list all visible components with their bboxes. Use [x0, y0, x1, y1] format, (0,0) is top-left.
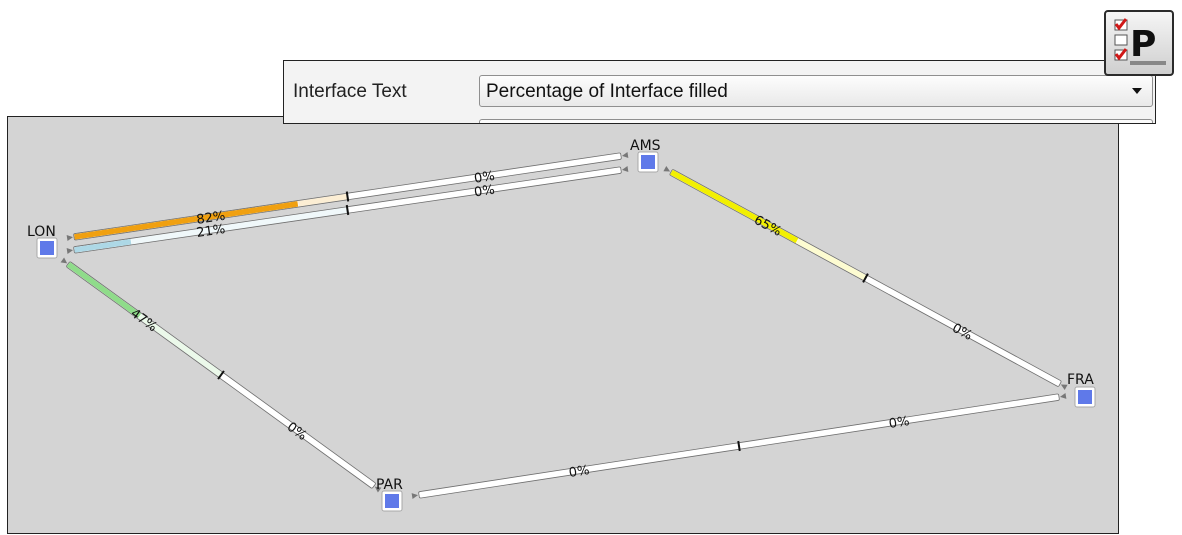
dropdown-arrow-icon[interactable]	[1132, 88, 1142, 94]
utilization-shade	[297, 193, 348, 207]
utilization-label: 21%	[196, 222, 227, 241]
utilization-label: 0%	[568, 463, 591, 481]
link-lon-ams-upper[interactable]: 82%0%	[66, 149, 629, 247]
node-label: AMS	[630, 138, 661, 154]
network-canvas[interactable]: 82% 0% 21% 0% 65% 0% 47% 0% 0% 0% LON AMS FRA PAR	[7, 116, 1119, 534]
link-endpoint-arrow	[621, 152, 629, 158]
link-ams-fra[interactable]: 65%0%	[661, 163, 1069, 395]
router-node-fill	[40, 241, 54, 255]
network-topology-diagram[interactable]: 82%0%21% 0% 65%0% 47%0% 0% 0% LON AMS FRA PAR	[8, 117, 1120, 535]
node-par[interactable]: PAR	[376, 477, 403, 512]
next-property-field[interactable]	[479, 119, 1153, 123]
interface-text-dropdown[interactable]: Percentage of Interface filled	[479, 75, 1153, 107]
router-node-fill	[1078, 390, 1092, 404]
properties-checklist-icon: P	[1114, 18, 1166, 65]
properties-letter: P	[1130, 24, 1156, 65]
link-lon-ams-lower[interactable]: 21% 0%	[66, 163, 629, 260]
link-endpoint-arrow	[411, 493, 419, 500]
node-label: LON	[27, 224, 56, 240]
utilization-label: 0%	[888, 414, 911, 432]
interface-text-label: Interface Text	[293, 81, 407, 102]
node-ams[interactable]: AMS	[630, 138, 661, 173]
node-label: PAR	[376, 477, 403, 493]
properties-panel: Interface Text Percentage of Interface f…	[283, 60, 1156, 124]
utilization-shade	[796, 238, 867, 281]
link-endpoint-arrow	[1059, 392, 1067, 399]
link-endpoint-arrow	[66, 235, 74, 241]
utilization-label: 0%	[473, 183, 496, 201]
utilization-fill-lon	[66, 262, 142, 319]
node-label: FRA	[1067, 372, 1094, 388]
node-fra[interactable]: FRA	[1067, 372, 1096, 408]
link-endpoint-arrow	[621, 166, 629, 172]
router-node-fill	[385, 494, 399, 508]
interface-text-selected-value: Percentage of Interface filled	[486, 81, 728, 102]
router-node-fill	[641, 155, 655, 169]
properties-button[interactable]: P	[1104, 10, 1174, 76]
link-endpoint-arrow	[66, 248, 74, 254]
node-lon[interactable]: LON	[27, 224, 58, 259]
utilization-label: 65%	[751, 213, 784, 240]
link-lon-par[interactable]: 47%0%	[57, 255, 383, 497]
link-par-fra[interactable]: 0% 0%	[411, 390, 1067, 505]
